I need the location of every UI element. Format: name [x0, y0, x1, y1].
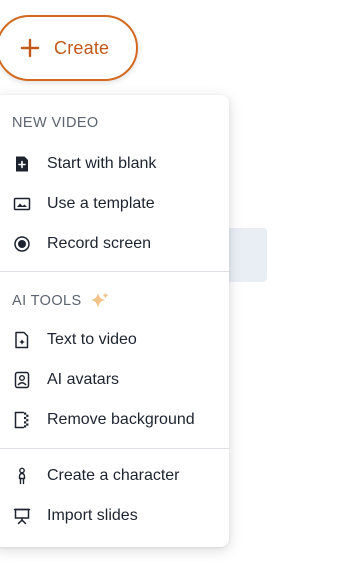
create-button[interactable]: Create: [0, 15, 138, 81]
menu-item-text-to-video[interactable]: Text to video: [0, 322, 229, 358]
new-video-title-text: NEW VIDEO: [12, 115, 99, 131]
create-button-label: Create: [54, 37, 110, 58]
menu-item-label: Use a template: [47, 195, 155, 212]
presentation-icon: [12, 506, 32, 526]
character-icon: [12, 466, 32, 486]
menu-item-record-screen[interactable]: Record screen: [0, 226, 229, 262]
new-file-icon: [12, 154, 32, 174]
menu-item-label: AI avatars: [47, 371, 120, 388]
create-dropdown-menu: NEW VIDEO Start with blank Use a templat…: [0, 95, 229, 547]
menu-item-label: Text to video: [47, 331, 137, 348]
new-video-section-title: NEW VIDEO: [12, 115, 99, 131]
image-template-icon: [12, 194, 32, 214]
menu-item-label: Create a character: [47, 467, 180, 484]
ai-tools-title-text: AI TOOLS: [12, 293, 82, 309]
record-icon: [12, 234, 32, 254]
page: Create NEW VIDEO Start with blank Use a …: [0, 0, 343, 564]
text-to-video-icon: [12, 330, 32, 350]
menu-item-label: Import slides: [47, 507, 138, 524]
menu-item-start-with-blank[interactable]: Start with blank: [0, 146, 229, 182]
menu-item-create-a-character[interactable]: Create a character: [0, 458, 229, 494]
menu-item-use-a-template[interactable]: Use a template: [0, 186, 229, 222]
menu-item-label: Record screen: [47, 235, 152, 252]
remove-background-icon: [12, 410, 32, 430]
menu-divider: [0, 448, 229, 449]
menu-item-label: Remove background: [47, 411, 195, 428]
sparkle-icon: [90, 291, 110, 311]
menu-item-remove-background[interactable]: Remove background: [0, 402, 229, 438]
menu-item-label: Start with blank: [47, 155, 157, 172]
ai-tools-section-title: AI TOOLS: [12, 291, 110, 311]
menu-item-import-slides[interactable]: Import slides: [0, 498, 229, 534]
menu-item-ai-avatars[interactable]: AI avatars: [0, 362, 229, 398]
menu-divider: [0, 271, 229, 272]
avatar-icon: [12, 370, 32, 390]
plus-icon: [20, 38, 40, 58]
